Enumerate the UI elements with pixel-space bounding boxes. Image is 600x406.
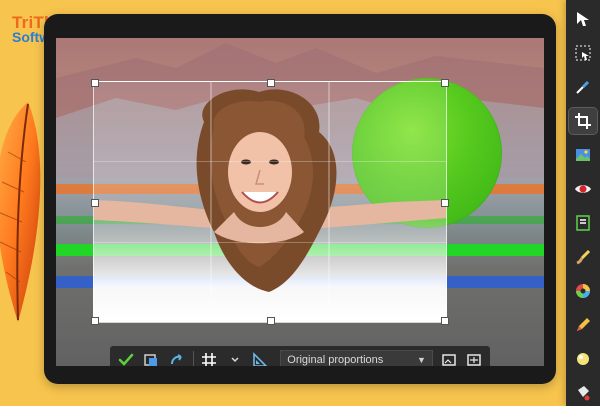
aspect-ratio-select-value: Original proportions: [287, 354, 384, 366]
eyedropper-icon: [576, 80, 590, 94]
aspect-ratio-select[interactable]: Original proportions ▼: [280, 350, 433, 366]
red-eye-tool[interactable]: [569, 176, 597, 202]
ruler-triangle-button[interactable]: [251, 349, 271, 366]
grid-toggle-button[interactable]: [200, 349, 220, 366]
toolbar-separator: [192, 351, 194, 366]
eyedropper-tool[interactable]: [569, 74, 597, 100]
color-wheel-tool[interactable]: [569, 278, 597, 304]
image-adjust-tool[interactable]: [569, 142, 597, 168]
feather-decoration: [0, 102, 41, 322]
crop-toolbar: Original proportions ▼: [110, 346, 490, 366]
crop-selection[interactable]: [91, 79, 449, 325]
grid-options-dropdown[interactable]: [225, 349, 245, 366]
pick-tool[interactable]: [569, 6, 597, 32]
crop-handle-bottom-left[interactable]: [91, 317, 99, 325]
image-adjust-icon: [576, 149, 590, 161]
paint-bucket-icon: [578, 386, 590, 401]
crop-handle-top-middle[interactable]: [267, 79, 275, 87]
grid-dropdown-icon: [231, 357, 239, 363]
crop-handle-middle-left[interactable]: [91, 199, 99, 207]
woman-portrait: [94, 89, 446, 292]
red-eye-icon: [575, 185, 591, 193]
grid-icon: [202, 353, 217, 366]
crop-to-new-image-button[interactable]: [142, 349, 162, 366]
crop-handle-top-right[interactable]: [441, 79, 449, 87]
paint-bucket-tool[interactable]: [569, 380, 597, 406]
level-icon: [576, 215, 590, 231]
paintbrush-tool[interactable]: [569, 244, 597, 270]
paintbrush-icon: [576, 249, 591, 265]
apply-crop-button[interactable]: [116, 349, 136, 366]
crop-to-new-image-icon: [144, 354, 158, 366]
selection-tool-icon: [575, 45, 591, 61]
fit-to-canvas-button[interactable]: [465, 349, 485, 366]
crop-icon: [575, 113, 591, 129]
fit-to-canvas-icon: [467, 354, 482, 366]
pencil-icon: [577, 318, 590, 331]
pencil-tool[interactable]: [569, 312, 597, 338]
arrow-pointer-icon: [577, 12, 589, 26]
dodge-tool[interactable]: [569, 346, 597, 372]
landscape-orientation-icon: [441, 354, 456, 366]
landscape-orientation-button[interactable]: [439, 349, 459, 366]
level-tool[interactable]: [569, 210, 597, 236]
checkmark-icon: [118, 353, 134, 366]
editor-canvas[interactable]: Original proportions ▼: [56, 38, 544, 366]
crop-handle-bottom-right[interactable]: [441, 317, 449, 325]
rotate-icon: [170, 354, 182, 365]
crop-handle-bottom-middle[interactable]: [267, 317, 275, 325]
dodge-icon: [577, 353, 589, 365]
chevron-down-icon: ▼: [417, 355, 426, 365]
rotate-button[interactable]: [167, 349, 187, 366]
color-wheel-icon: [576, 284, 590, 298]
ruler-triangle-icon: [253, 352, 268, 366]
selection-tool[interactable]: [569, 40, 597, 66]
crop-tool[interactable]: [568, 107, 598, 135]
crop-handle-middle-right[interactable]: [441, 199, 449, 207]
crop-handle-top-left[interactable]: [91, 79, 99, 87]
tablet-frame: Original proportions ▼: [44, 14, 556, 384]
tool-palette: [566, 0, 600, 406]
